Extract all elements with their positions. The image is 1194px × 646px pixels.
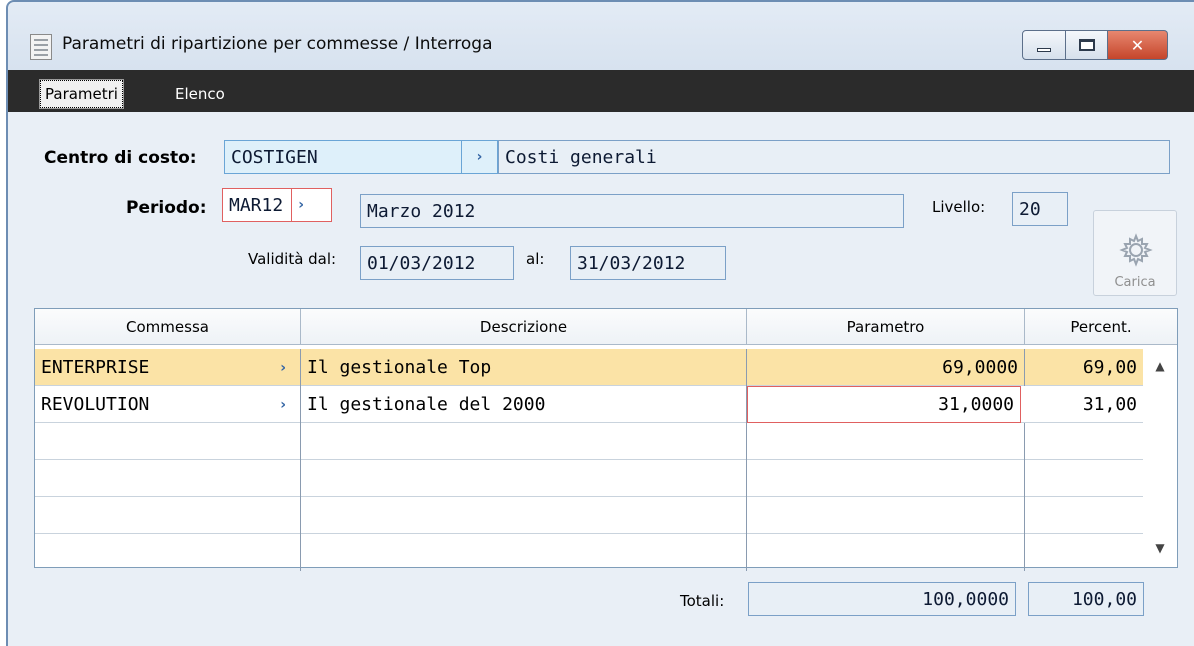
table-row-empty[interactable] [35, 423, 1143, 460]
periodo-zoom-button[interactable]: › [291, 189, 304, 221]
close-icon: ✕ [1130, 35, 1145, 55]
livello-field: 20 [1012, 192, 1068, 226]
chevron-right-icon: › [298, 197, 304, 213]
commessa-cell[interactable]: REVOLUTION › [35, 386, 301, 423]
title-bar: Parametri di ripartizione per commesse /… [8, 2, 1194, 70]
column-header-parametro[interactable]: Parametro [747, 309, 1025, 345]
window-title: Parametri di ripartizione per commesse /… [62, 34, 493, 54]
commesse-grid: Commessa Descrizione Parametro Percent. … [34, 308, 1178, 571]
grid-header: Commessa Descrizione Parametro Percent. [35, 309, 1177, 345]
table-row-empty[interactable] [35, 497, 1143, 534]
table-row[interactable]: REVOLUTION › Il gestionale del 2000 31,0… [35, 386, 1143, 423]
column-header-percent[interactable]: Percent. [1025, 309, 1177, 345]
empty-cell [35, 497, 301, 534]
commessa-value: REVOLUTION [41, 394, 150, 415]
totale-percent-field: 100,00 [1028, 582, 1144, 616]
table-row-empty[interactable] [35, 534, 1143, 571]
empty-cell [301, 460, 747, 497]
empty-cell [301, 423, 747, 460]
carica-label: Carica [1114, 275, 1156, 290]
gear-icon [1119, 233, 1153, 267]
periodo-description-field: Marzo 2012 [360, 194, 904, 228]
percent-cell: 69,00 [1082, 357, 1137, 378]
chevron-right-icon[interactable]: › [280, 360, 286, 376]
carica-button[interactable]: Carica [1093, 210, 1177, 296]
scroll-down-icon[interactable]: ▼ [1143, 533, 1177, 563]
minimize-icon [1037, 48, 1051, 52]
centro-costo-zoom-button[interactable]: › [462, 140, 498, 174]
maximize-icon [1078, 39, 1095, 51]
parametro-edit-cell[interactable]: 31,0000 [747, 386, 1021, 423]
totale-parametro-field: 100,0000 [748, 582, 1016, 616]
periodo-code-field[interactable]: MAR12 › [222, 188, 332, 222]
grid-body: ENTERPRISE › Il gestionale Top 69,0000 6… [35, 347, 1177, 571]
grid-scrollbar[interactable]: ▲ ▼ [1143, 347, 1177, 567]
totali-label: Totali: [680, 592, 725, 610]
empty-cell [35, 534, 301, 571]
column-header-descrizione[interactable]: Descrizione [301, 309, 747, 345]
empty-cell [747, 423, 1025, 460]
tab-bar: Parametri Elenco [8, 70, 1194, 112]
tab-elenco[interactable]: Elenco [171, 80, 229, 108]
chevron-right-icon: › [476, 149, 483, 165]
centro-costo-code-field[interactable]: COSTIGEN [224, 140, 462, 174]
periodo-code-value: MAR12 [229, 194, 284, 216]
validita-dal-label: Validità dal: [248, 250, 337, 268]
empty-cell [747, 497, 1025, 534]
validita-al-field: 31/03/2012 [570, 246, 726, 280]
tab-parametri[interactable]: Parametri [39, 79, 124, 109]
empty-cell [35, 460, 301, 497]
validita-al-label: al: [526, 250, 545, 268]
application-window: Parametri di ripartizione per commesse /… [6, 0, 1194, 646]
validita-dal-field: 01/03/2012 [360, 246, 514, 280]
livello-label: Livello: [932, 198, 986, 216]
empty-cell [301, 497, 747, 534]
close-button[interactable]: ✕ [1108, 30, 1168, 60]
centro-costo-description-field: Costi generali [498, 140, 1170, 174]
empty-cell [747, 534, 1025, 571]
column-header-commessa[interactable]: Commessa [35, 309, 301, 345]
minimize-button[interactable] [1022, 30, 1066, 60]
commessa-value: ENTERPRISE [41, 357, 150, 378]
empty-cell [747, 460, 1025, 497]
periodo-label: Periodo: [126, 198, 207, 218]
table-row[interactable]: ENTERPRISE › Il gestionale Top 69,0000 6… [35, 349, 1143, 386]
empty-cell [301, 534, 747, 571]
descrizione-cell: Il gestionale del 2000 [301, 386, 747, 423]
descrizione-cell: Il gestionale Top [301, 349, 747, 386]
document-icon [30, 34, 52, 60]
percent-cell: 31,00 [1082, 394, 1137, 415]
chevron-right-icon[interactable]: › [280, 397, 286, 413]
maximize-button[interactable] [1066, 30, 1108, 60]
parametro-cell[interactable]: 69,0000 [747, 349, 1025, 386]
empty-cell [35, 423, 301, 460]
commessa-cell[interactable]: ENTERPRISE › [35, 349, 301, 386]
table-row-empty[interactable] [35, 460, 1143, 497]
centro-costo-label: Centro di costo: [44, 148, 197, 168]
scroll-up-icon[interactable]: ▲ [1143, 351, 1177, 381]
